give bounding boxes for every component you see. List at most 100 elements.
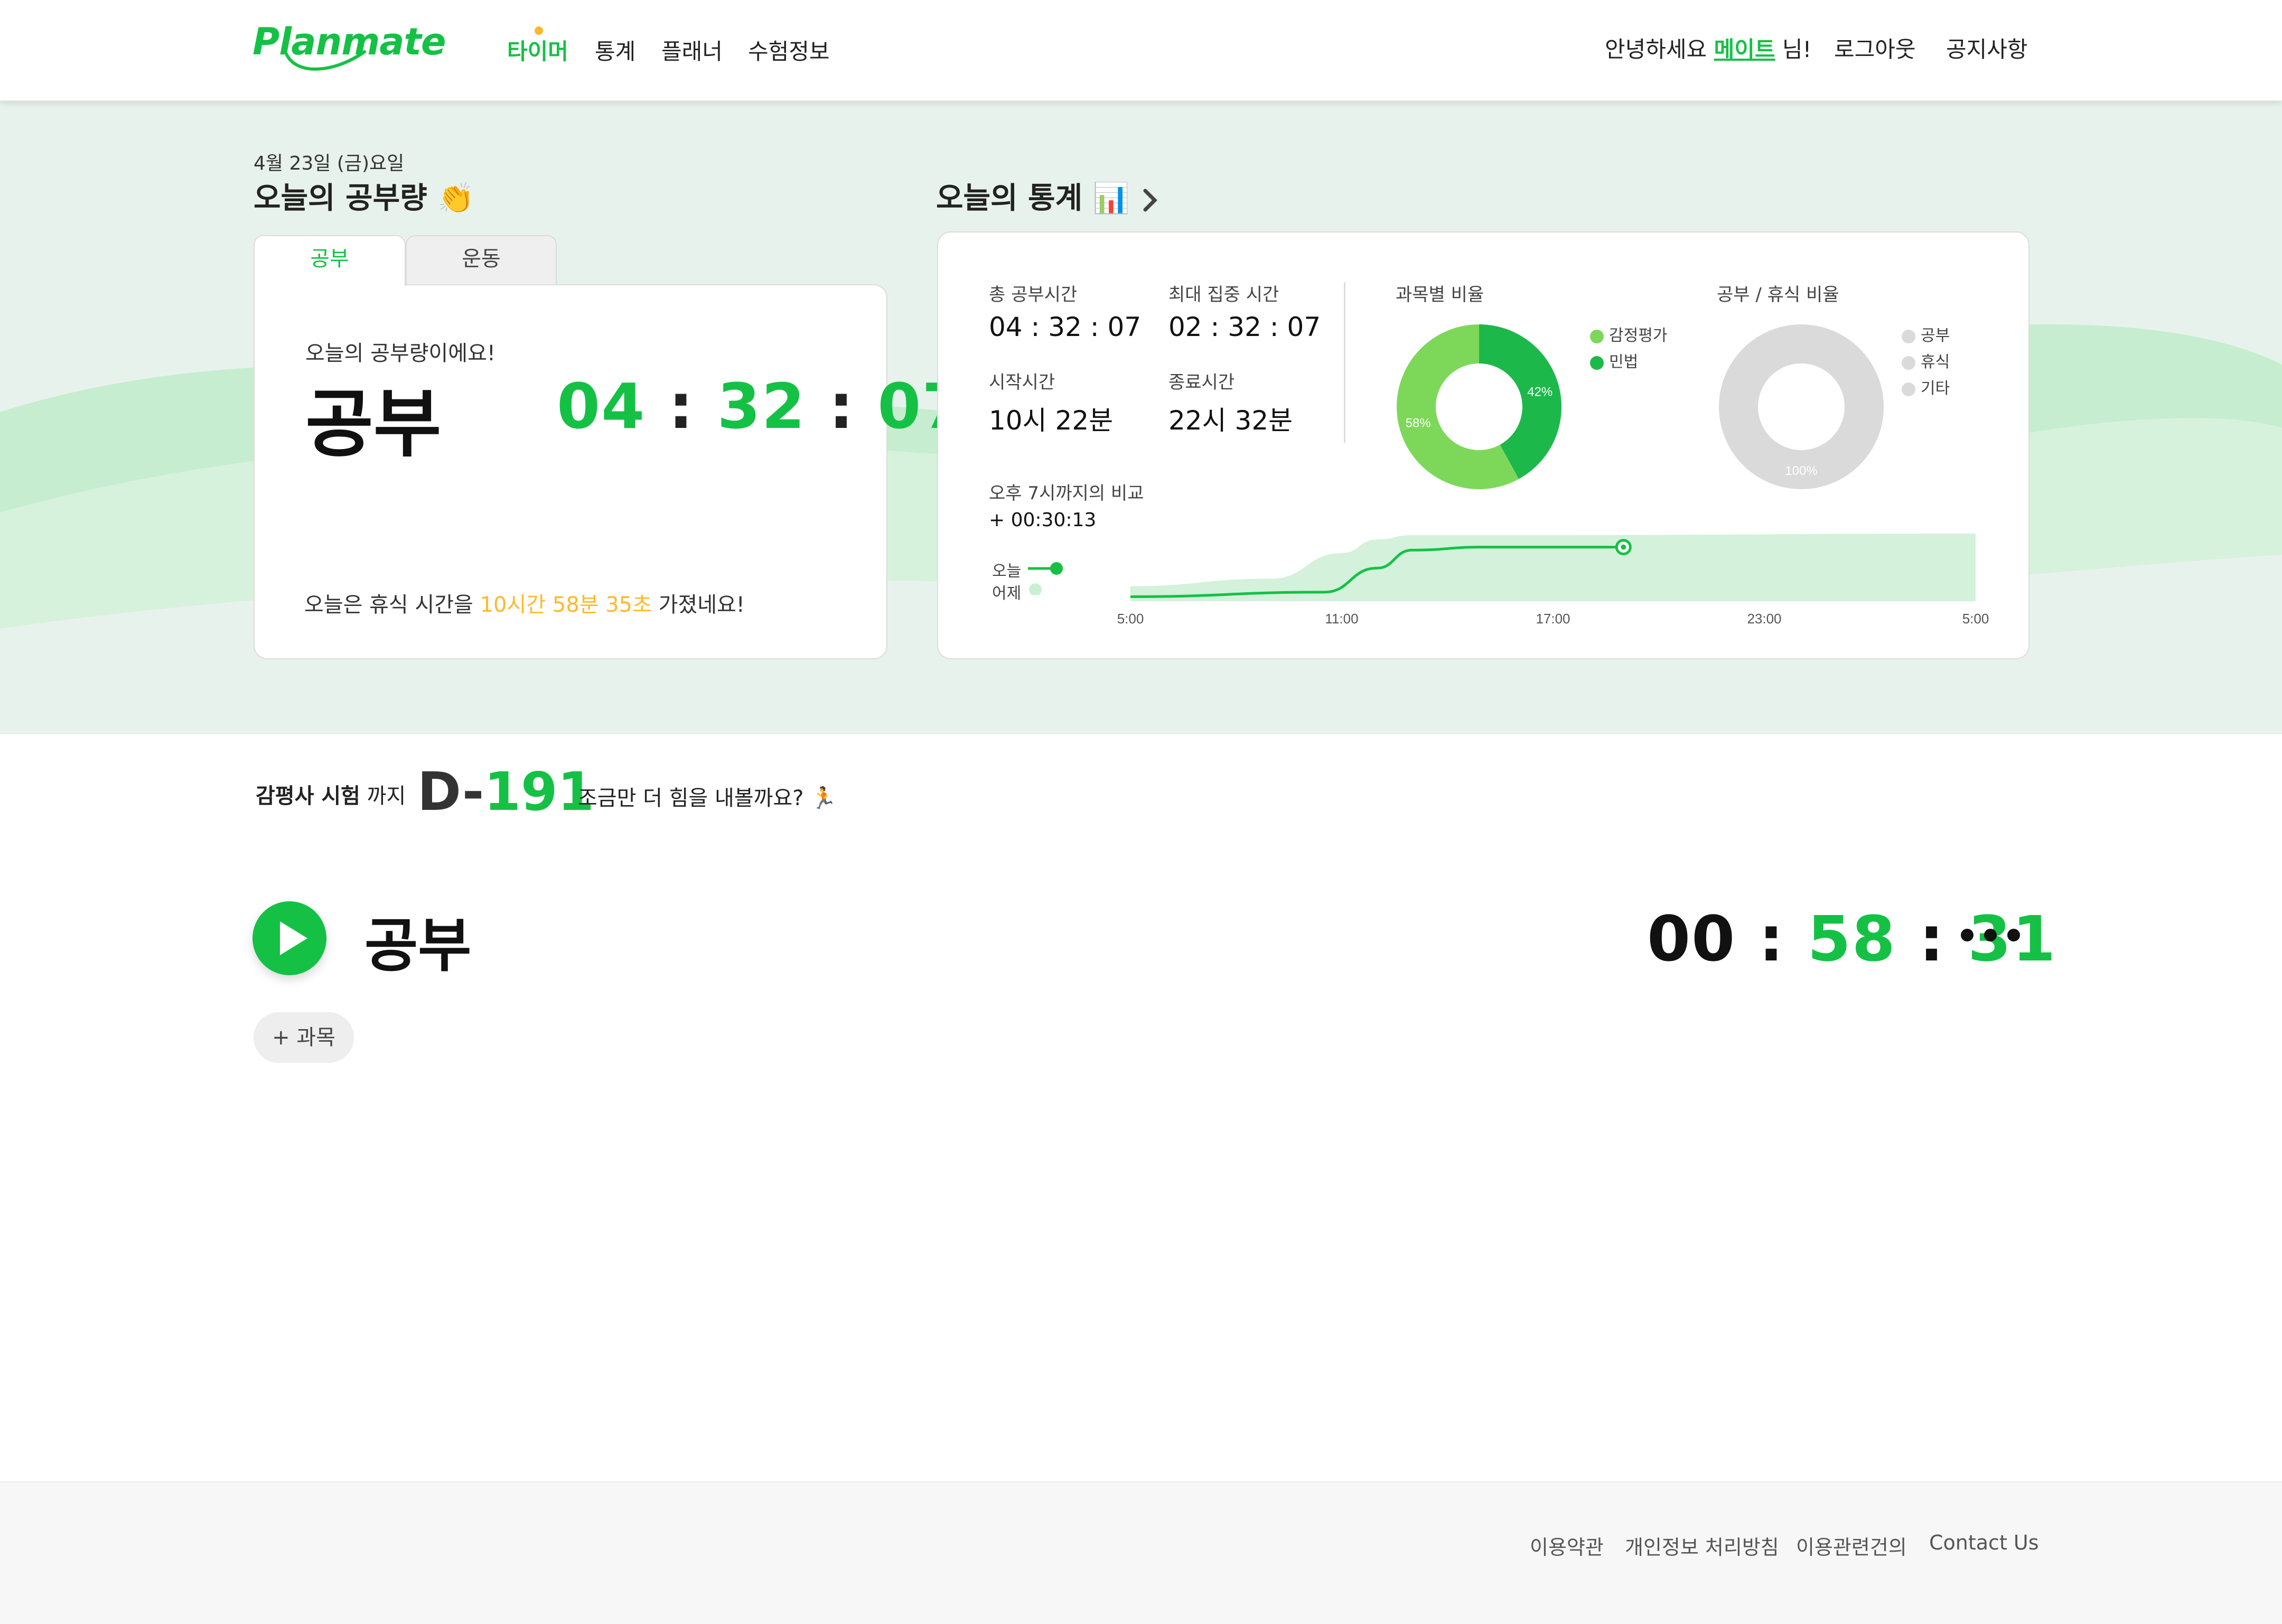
timer-colon: : xyxy=(828,370,855,443)
legend-label: 어제 xyxy=(992,584,1022,603)
footer-feedback-link[interactable]: 이용관련건의 xyxy=(1796,1531,1907,1560)
today-timer: 04 : 32 : 07 xyxy=(557,370,966,443)
exam-name: 감평사 시험 xyxy=(256,784,360,808)
x-tick-label: 11:00 xyxy=(1325,611,1358,627)
legend-item: 휴식 xyxy=(1902,349,1950,372)
rest-time: 10시간 58분 35초 xyxy=(480,593,652,617)
legend-item: 감정평가 xyxy=(1590,322,1667,346)
nav-planner[interactable]: 플래너 xyxy=(661,34,723,66)
today-study-title-text: 오늘의 공부량 xyxy=(254,181,427,216)
today-current-point-center xyxy=(1621,544,1626,550)
user-name-link[interactable]: 메이트 xyxy=(1714,36,1775,62)
legend-item: 민법 xyxy=(1590,349,1638,372)
today-category: 공부 xyxy=(305,381,442,468)
rest-prefix: 오늘은 휴식 시간을 xyxy=(304,593,473,617)
notice-link[interactable]: 공지사항 xyxy=(1946,32,2028,64)
dday-message: 조금만 더 힘을 내볼까요? 🏃 xyxy=(578,781,837,811)
legend-dot xyxy=(1902,382,1915,396)
timer-colon: : xyxy=(668,370,695,443)
legend-label: 민법 xyxy=(1609,353,1639,371)
logout-link[interactable]: 로그아웃 xyxy=(1834,32,1916,64)
x-tick-label: 17:00 xyxy=(1536,611,1570,627)
rest-summary: 오늘은 휴식 시간을 10시간 58분 35초 가졌네요! xyxy=(304,587,745,618)
clap-icon: 👏 xyxy=(437,181,474,216)
max-focus-label: 최대 집중 시간 xyxy=(1168,284,1279,305)
comparison-line-chart: 5:00 11:00 17:00 23:00 5:00 xyxy=(1117,534,1989,627)
line-legend-today: 오늘 xyxy=(992,558,1021,581)
study-rest-donut: 100% xyxy=(1719,324,1884,489)
total-study-label: 총 공부시간 xyxy=(989,284,1078,305)
greeting-suffix: 님! xyxy=(1782,36,1812,62)
line-legend-yesterday: 어제 xyxy=(992,580,1021,603)
greeting-prefix: 안녕하세요 xyxy=(1605,36,1707,62)
today-subtitle: 오늘의 공부량이에요! xyxy=(305,341,495,366)
legend-item: 기타 xyxy=(1902,375,1950,398)
footer-terms-link[interactable]: 이용약관 xyxy=(1530,1531,1604,1560)
start-time-label: 시작시간 xyxy=(989,372,1055,393)
legend-label: 감정평가 xyxy=(1609,326,1668,345)
footer-privacy-link[interactable]: 개인정보 처리방침 xyxy=(1625,1531,1779,1560)
today-study-title: 오늘의 공부량 👏 xyxy=(254,174,474,217)
start-time-value: 10시 22분 xyxy=(989,405,1114,436)
dday-counter: D-191 xyxy=(417,761,594,823)
more-options-icon[interactable] xyxy=(1959,925,2022,946)
slice-label: 58% xyxy=(1406,416,1431,431)
timer-colon: : xyxy=(1759,902,1785,975)
end-time-label: 종료시간 xyxy=(1168,372,1235,393)
subject-ratio-donut: 42% 58% xyxy=(1397,324,1561,489)
compare-label: 오후 7시까지의 비교 xyxy=(989,483,1144,504)
dday-d: D- xyxy=(417,761,484,823)
footer-contact-link[interactable]: Contact Us xyxy=(1929,1531,2039,1554)
legend-item: 공부 xyxy=(1902,322,1950,346)
play-button[interactable] xyxy=(252,901,326,975)
line-legend-marks xyxy=(1028,562,1063,595)
x-tick-label: 23:00 xyxy=(1747,611,1781,627)
legend-dot xyxy=(1902,356,1915,370)
end-time-value: 22시 32분 xyxy=(1168,405,1293,436)
tab-exercise[interactable]: 운동 xyxy=(406,235,557,286)
today-timer-hours: 04 xyxy=(557,370,646,443)
x-tick-label: 5:00 xyxy=(1117,611,1144,627)
runner-icon: 🏃 xyxy=(810,786,837,810)
top-nav: Planmate 타이머 통계 플래너 수험정보 안녕하세요 메이트 님! 로그… xyxy=(0,0,2282,101)
logo-swoosh-icon xyxy=(285,50,366,71)
nav-exam-info[interactable]: 수험정보 xyxy=(748,34,830,66)
session-label: 공부 xyxy=(364,912,472,979)
dday-message-text: 조금만 더 힘을 내볼까요? xyxy=(578,786,804,810)
greeting: 안녕하세요 메이트 님! xyxy=(1605,32,1811,64)
today-stats-title-text: 오늘의 통계 xyxy=(936,181,1083,216)
max-focus-value: 02 : 32 : 07 xyxy=(1168,312,1321,342)
add-subject-button[interactable]: + 과목 xyxy=(254,1012,354,1063)
today-stats-title[interactable]: 오늘의 통계 📊 xyxy=(936,174,1161,217)
timer-colon: : xyxy=(1919,902,1946,975)
compare-value: + 00:30:13 xyxy=(989,509,1097,531)
until-label: 까지 xyxy=(367,784,406,808)
session-hours: 00 xyxy=(1647,902,1736,975)
today-legend-dot xyxy=(1050,562,1063,575)
total-study-value: 04 : 32 : 07 xyxy=(989,312,1142,342)
stats-divider xyxy=(1344,282,1345,443)
study-rest-ratio-label: 공부 / 휴식 비율 xyxy=(1717,284,1839,305)
slice-label: 42% xyxy=(1527,385,1552,399)
dday-prefix: 감평사 시험 까지 xyxy=(256,779,406,809)
chevron-right-icon[interactable] xyxy=(1140,185,1161,215)
legend-dot xyxy=(1590,329,1604,343)
today-timer-minutes: 32 xyxy=(717,370,806,443)
legend-label: 기타 xyxy=(1921,379,1950,398)
legend-dot xyxy=(1590,356,1604,370)
bar-chart-icon: 📊 xyxy=(1092,181,1130,216)
rest-suffix: 가졌네요! xyxy=(658,593,745,617)
legend-label: 휴식 xyxy=(1921,353,1950,371)
tab-study[interactable]: 공부 xyxy=(254,235,406,286)
x-tick-label: 5:00 xyxy=(1962,611,1989,627)
session-minutes: 58 xyxy=(1807,902,1896,975)
yesterday-area xyxy=(1130,534,1976,601)
slice-label: 100% xyxy=(1785,464,1817,478)
today-date: 4월 23일 (금)요일 xyxy=(254,153,405,174)
nav-stats[interactable]: 통계 xyxy=(595,34,635,66)
legend-label: 오늘 xyxy=(992,562,1022,581)
nav-timer[interactable]: 타이머 xyxy=(507,34,568,66)
legend-dot xyxy=(1902,329,1915,343)
yesterday-legend-dot xyxy=(1029,583,1042,595)
subject-ratio-label: 과목별 비율 xyxy=(1396,284,1484,305)
